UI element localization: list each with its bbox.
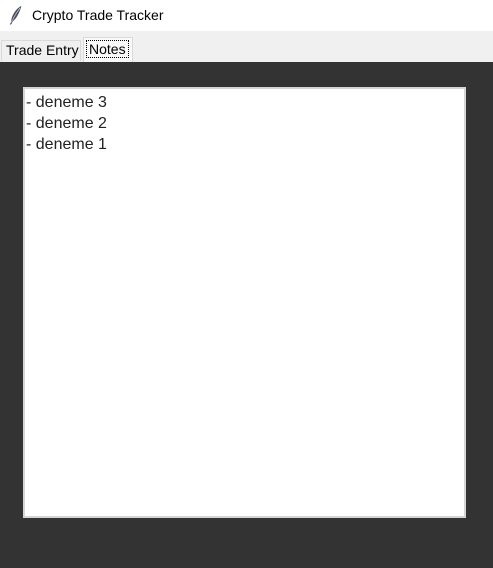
feather-icon: [9, 5, 23, 25]
note-line: - deneme 1: [26, 136, 107, 153]
notes-panel: - deneme 3 - deneme 2 - deneme 1: [0, 62, 493, 568]
app-window: Crypto Trade Tracker Trade Entry Notes -…: [0, 0, 493, 568]
tab-strip: Trade Entry Notes: [0, 31, 493, 62]
tab-notes-label: Notes: [86, 40, 129, 58]
note-line: - deneme 2: [26, 115, 107, 132]
tab-notes[interactable]: Notes: [83, 37, 133, 62]
title-bar[interactable]: Crypto Trade Tracker: [0, 0, 493, 31]
note-line: - deneme 3: [26, 94, 107, 111]
tab-trade-entry[interactable]: Trade Entry: [1, 40, 81, 61]
window-title: Crypto Trade Tracker: [32, 7, 164, 23]
tab-trade-entry-label: Trade Entry: [6, 42, 79, 58]
notes-text-area[interactable]: - deneme 3 - deneme 2 - deneme 1: [23, 87, 466, 518]
